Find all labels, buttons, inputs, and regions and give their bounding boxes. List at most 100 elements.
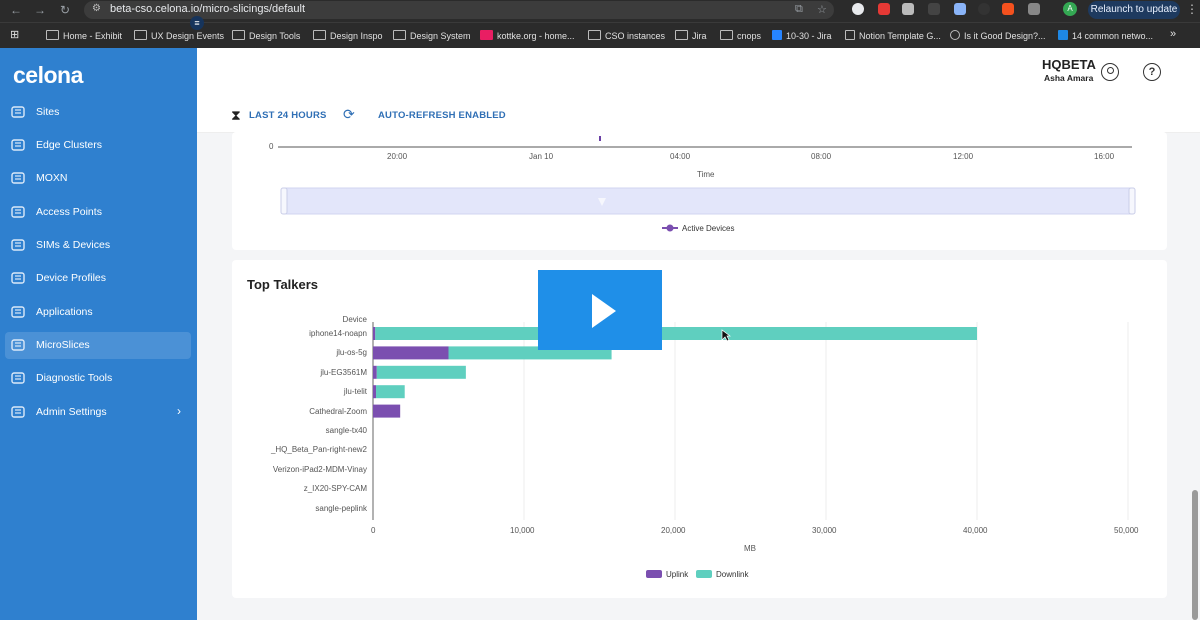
refresh-icon[interactable]: ⟳	[343, 106, 355, 123]
bookmark-star-icon[interactable]: ☆	[817, 3, 827, 16]
microslices-icon	[10, 337, 26, 353]
bookmark-item[interactable]: Design Tools	[232, 30, 300, 41]
more-bookmarks-icon[interactable]: »	[1170, 28, 1176, 40]
apps-grid-icon[interactable]: ⊞	[10, 28, 19, 41]
x-tick-label: 04:00	[670, 152, 691, 161]
bookmark-item[interactable]: Is it Good Design?...	[950, 30, 1046, 41]
cast-icon[interactable]: ⧉	[795, 3, 803, 16]
y-tick-label: jlu-telit	[343, 387, 367, 397]
y-tick-label: iphone14-noapn	[309, 329, 367, 338]
y-tick-label: z_IX20-SPY-CAM	[303, 484, 367, 494]
forward-icon[interactable]: →	[34, 3, 46, 17]
bookmark-item[interactable]: Design Inspo	[313, 30, 383, 41]
bar-uplink[interactable]	[373, 327, 376, 340]
range-handle-left[interactable]	[280, 187, 288, 215]
bookmark-item[interactable]: Design System	[393, 30, 471, 41]
kottke-favicon-icon	[480, 30, 493, 40]
bookmark-label: CSO instances	[605, 31, 666, 41]
extension-icon[interactable]	[978, 3, 990, 15]
range-slider[interactable]	[280, 187, 1136, 215]
bookmark-item[interactable]: Notion Template G...	[845, 30, 941, 41]
brave-shield-icon[interactable]	[1002, 3, 1014, 15]
bookmark-label: Design Tools	[249, 31, 301, 41]
sidebar-item-device-profiles[interactable]: Device Profiles	[5, 265, 191, 292]
help-icon[interactable]: ?	[1143, 63, 1161, 81]
browser-toolbar: ← → ↻ ⚙ beta-cso.celona.io/micro-slicing…	[0, 0, 1200, 22]
celona-logo[interactable]: celona	[13, 62, 83, 89]
sidebar-item-label: Diagnostic Tools	[36, 372, 113, 384]
sidebar-item-admin-settings[interactable]: Admin Settings ›	[5, 399, 191, 426]
sidebar-item-diagnostic-tools[interactable]: Diagnostic Tools	[5, 365, 191, 392]
page-scrollbar[interactable]	[1192, 490, 1198, 620]
user-account-icon[interactable]	[1101, 63, 1119, 81]
bookmark-item[interactable]: Home - Exhibit	[46, 30, 122, 41]
time-range-selector[interactable]: LAST 24 HOURS	[249, 110, 327, 121]
active-devices-card: 0 20:00 Jan 10 04:00 08:00 12:00 16:00 Time A…	[232, 132, 1167, 250]
edge-clusters-icon	[10, 137, 26, 153]
extension-icon[interactable]	[902, 3, 914, 15]
profile-avatar[interactable]: A	[1063, 2, 1077, 16]
bar-downlink[interactable]	[376, 385, 405, 399]
back-icon[interactable]: ←	[10, 3, 22, 17]
y-tick-label: Cathedral-Zoom	[309, 406, 367, 416]
bar-uplink[interactable]	[373, 404, 401, 418]
x-tick-label: 50,000	[1114, 526, 1139, 535]
folder-icon	[675, 30, 688, 40]
sidebar-item-label: SIMs & Devices	[36, 239, 111, 251]
sidebar-item-sites[interactable]: Sites	[5, 99, 191, 126]
sidebar-item-microslices[interactable]: MicroSlices	[5, 332, 191, 359]
bar-uplink[interactable]	[373, 346, 449, 360]
bookmark-item[interactable]: CSO instances	[588, 30, 665, 41]
sidebar-item-edge-clusters[interactable]: Edge Clusters	[5, 132, 191, 159]
legend-active-devices[interactable]: Active Devices	[682, 224, 734, 233]
top-talkers-chart	[372, 322, 1129, 520]
bookmark-item[interactable]: cnops	[720, 30, 761, 41]
x-tick-label: 10,000	[510, 526, 535, 535]
bookmark-item[interactable]: UX Design Events	[134, 30, 224, 41]
extensions-puzzle-icon[interactable]	[1028, 3, 1040, 15]
extension-icon[interactable]	[928, 3, 940, 15]
sidebar-item-access-points[interactable]: Access Points	[5, 199, 191, 226]
sidebar-item-sims-devices[interactable]: SIMs & Devices	[5, 232, 191, 259]
folder-icon	[313, 30, 326, 40]
site-info-icon[interactable]: ⚙	[92, 3, 101, 14]
bookmark-label: kottke.org - home...	[497, 31, 575, 41]
relaunch-button[interactable]: Relaunch to update	[1088, 1, 1180, 19]
bar-uplink[interactable]	[373, 365, 377, 379]
sites-icon	[10, 104, 26, 120]
bookmark-label: cnops	[737, 31, 762, 41]
bar-downlink[interactable]	[375, 327, 977, 340]
sidebar-item-label: Applications	[36, 306, 93, 318]
legend-label: Downlink	[716, 570, 749, 579]
x-tick-label: 30,000	[812, 526, 837, 535]
mouse-cursor-icon	[721, 329, 731, 342]
bookmark-item[interactable]: kottke.org - home...	[480, 30, 575, 41]
bookmark-item[interactable]: 10-30 - Jira	[772, 30, 832, 41]
sidebar-collapse-icon[interactable]: ≡	[190, 16, 204, 30]
bookmark-item[interactable]: 14 common netwo...	[1058, 30, 1153, 41]
browser-menu-icon[interactable]: ⋮	[1186, 2, 1198, 16]
sidebar-item-moxn[interactable]: MOXN	[5, 165, 191, 192]
folder-icon	[134, 30, 147, 40]
extension-icon[interactable]	[878, 3, 890, 15]
extension-icon[interactable]	[852, 3, 864, 15]
admin-settings-icon	[10, 404, 26, 420]
sidebar-item-applications[interactable]: Applications	[5, 299, 191, 326]
bar-uplink[interactable]	[373, 385, 377, 399]
bookmark-label: Home - Exhibit	[63, 31, 123, 41]
top-talkers-card: Top Talkers Device iphone14-noapn jlu-os-…	[232, 260, 1167, 598]
uplink-swatch	[646, 570, 662, 578]
bookmark-label: Design Inspo	[330, 31, 383, 41]
extension-icon[interactable]	[954, 3, 966, 15]
sidebar-item-label: Device Profiles	[36, 272, 107, 284]
x-axis-title: MB	[744, 544, 756, 553]
legend-downlink[interactable]: Downlink	[696, 570, 748, 579]
legend-uplink[interactable]: Uplink	[646, 570, 688, 579]
bar-downlink[interactable]	[376, 365, 466, 379]
auto-refresh-toggle[interactable]: AUTO-REFRESH ENABLED	[378, 110, 506, 121]
bookmark-item[interactable]: Jira	[675, 30, 707, 41]
reload-icon[interactable]: ↻	[60, 3, 70, 17]
range-handle-right[interactable]	[1128, 187, 1136, 215]
site-favicon-icon	[950, 30, 960, 40]
video-play-button[interactable]	[538, 270, 662, 350]
